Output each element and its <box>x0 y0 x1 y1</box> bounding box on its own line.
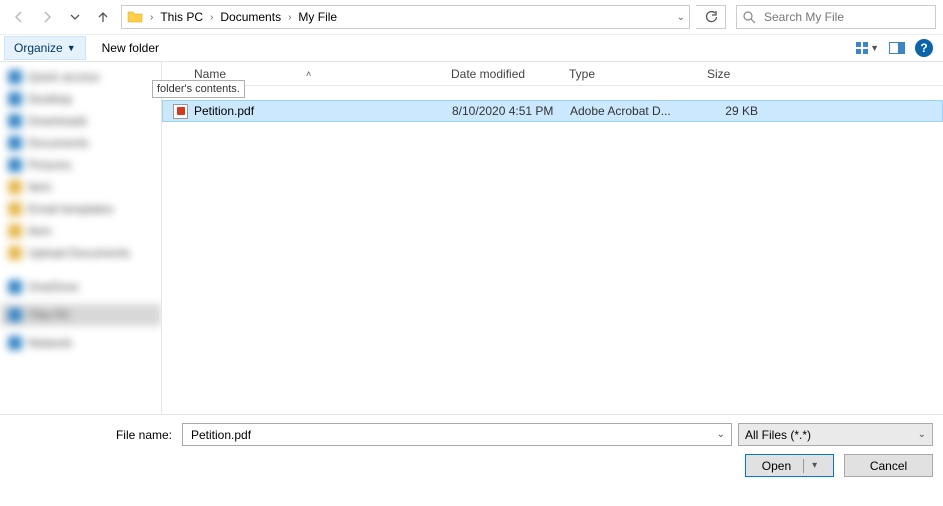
breadcrumb-documents[interactable]: Documents <box>215 8 286 26</box>
filename-combobox[interactable]: ⌄ <box>182 423 732 446</box>
chevron-right-icon: › <box>208 12 215 23</box>
help-button[interactable]: ? <box>915 39 933 57</box>
refresh-button[interactable] <box>696 5 726 29</box>
new-folder-label: New folder <box>102 41 159 55</box>
breadcrumb-myfile[interactable]: My File <box>293 8 342 26</box>
file-list-pane: Name ˄ Date modified Type Size folder's … <box>162 62 943 414</box>
file-row[interactable]: Petition.pdf 8/10/2020 4:51 PM Adobe Acr… <box>162 100 943 122</box>
breadcrumb-this-pc[interactable]: This PC <box>155 8 208 26</box>
column-header-size[interactable]: Size <box>699 63 765 85</box>
forward-button[interactable] <box>35 5 59 29</box>
up-button[interactable] <box>91 5 115 29</box>
filetype-filter-label: All Files (*.*) <box>745 428 811 442</box>
chevron-down-icon[interactable]: ⌄ <box>713 429 725 440</box>
sort-ascending-icon: ˄ <box>306 69 311 79</box>
navigation-pane[interactable]: Quick access Desktop Downloads Documents… <box>0 62 162 414</box>
dialog-footer: File name: ⌄ All Files (*.*) ⌄ Open ▾ Ca… <box>0 414 943 497</box>
chevron-down-icon: ⌄ <box>914 429 926 440</box>
tooltip: folder's contents. <box>152 80 245 98</box>
recent-locations-dropdown[interactable] <box>63 5 87 29</box>
organize-button[interactable]: Organize ▼ <box>4 36 86 60</box>
file-date: 8/10/2020 4:51 PM <box>444 102 562 120</box>
filetype-filter-combobox[interactable]: All Files (*.*) ⌄ <box>738 423 933 446</box>
cancel-button[interactable]: Cancel <box>844 454 933 477</box>
column-header-type[interactable]: Type <box>561 63 699 85</box>
filename-input[interactable] <box>189 427 713 443</box>
folder-icon <box>126 8 144 26</box>
file-type: Adobe Acrobat D... <box>562 102 700 120</box>
chevron-right-icon: › <box>286 12 293 23</box>
chevron-right-icon: › <box>148 12 155 23</box>
view-grid-icon <box>856 42 868 54</box>
search-box[interactable] <box>736 5 936 29</box>
organize-label: Organize <box>14 41 63 55</box>
column-header-date[interactable]: Date modified <box>443 63 561 85</box>
chevron-down-icon: ▼ <box>67 43 76 53</box>
breadcrumb-bar[interactable]: › This PC › Documents › My File ⌄ <box>121 5 690 29</box>
new-folder-button[interactable]: New folder <box>92 36 169 60</box>
pdf-icon <box>173 104 188 119</box>
search-icon <box>743 11 756 24</box>
view-options-button[interactable]: ▼ <box>856 42 879 54</box>
filename-label: File name: <box>10 428 176 442</box>
open-button[interactable]: Open ▾ <box>745 454 834 477</box>
chevron-down-icon[interactable]: ⌄ <box>675 12 687 23</box>
file-name: Petition.pdf <box>194 104 254 118</box>
back-button[interactable] <box>7 5 31 29</box>
search-input[interactable] <box>762 9 929 25</box>
chevron-down-icon: ▼ <box>870 43 879 53</box>
toolbar: Organize ▼ New folder ▼ ? <box>0 34 943 62</box>
file-size: 29 KB <box>700 102 766 120</box>
preview-pane-toggle[interactable] <box>889 42 905 54</box>
chevron-down-icon: ▾ <box>808 460 817 471</box>
column-headers: Name ˄ Date modified Type Size <box>162 62 943 86</box>
address-bar: › This PC › Documents › My File ⌄ <box>0 0 943 34</box>
